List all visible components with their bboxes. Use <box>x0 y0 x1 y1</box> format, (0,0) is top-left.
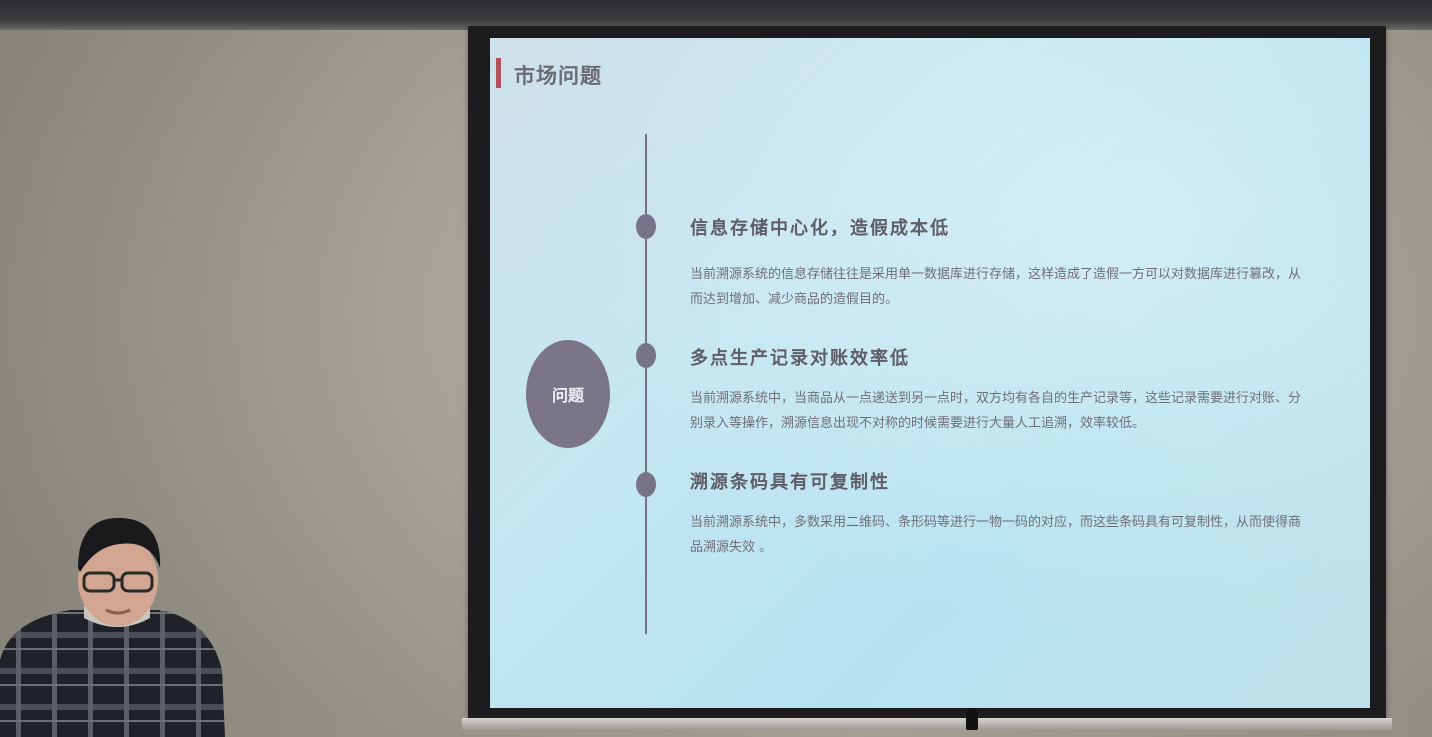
slide-title: 市场问题 <box>514 64 602 88</box>
presentation-slide: 市场问题 问题 信息存储中心化，造假成本低 当前溯源系统的信息存储往往是采用单一… <box>490 38 1370 708</box>
timeline-dot-3 <box>636 472 656 497</box>
title-accent-bar <box>496 58 501 88</box>
item-body-3: 当前溯源系统中，多数采用二维码、条形码等进行一物一码的对应，而这些条码具有可复制… <box>690 515 1302 555</box>
presenter-person <box>0 517 225 737</box>
timeline-dot-2 <box>636 343 656 368</box>
item-heading-2: 多点生产记录对账效率低 <box>690 348 910 369</box>
timeline-line <box>645 134 647 634</box>
item-heading-1: 信息存储中心化，造假成本低 <box>690 218 950 239</box>
problem-circle: 问题 <box>526 340 610 448</box>
screen-pull-handle <box>966 708 978 730</box>
problem-label: 问题 <box>551 386 584 405</box>
item-body-1: 当前溯源系统的信息存储往往是采用单一数据库进行存储，这样造成了造假一方可以对数据… <box>690 267 1302 307</box>
timeline-dot-1 <box>636 214 656 239</box>
projector-glare <box>490 38 1370 708</box>
screen-bottom-bar <box>462 718 1392 730</box>
item-heading-3: 溯源条码具有可复制性 <box>690 472 890 493</box>
item-body-2: 当前溯源系统中，当商品从一点递送到另一点时，双方均有各自的生产记录等，这些记录需… <box>690 391 1302 431</box>
